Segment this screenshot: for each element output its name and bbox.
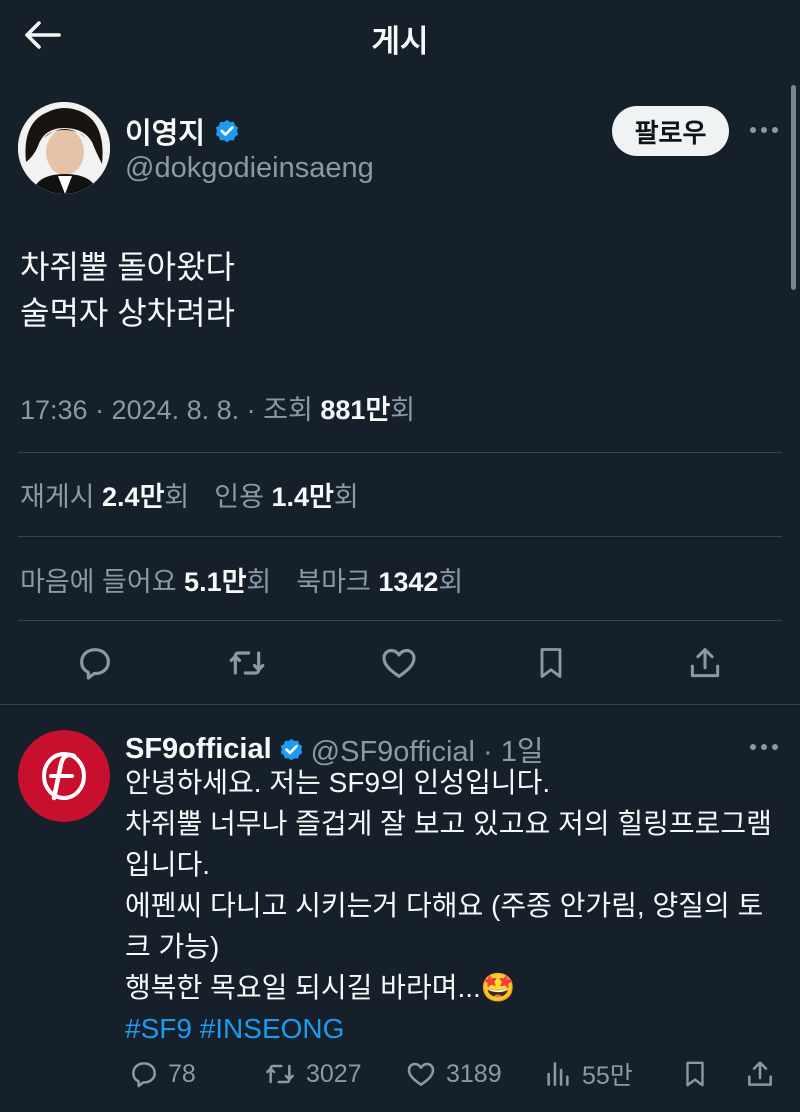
- more-options-button[interactable]: [744, 114, 784, 146]
- repost-icon: [266, 1064, 294, 1084]
- like-icon: [407, 1062, 435, 1086]
- reply-views-button[interactable]: 55만: [542, 1055, 633, 1093]
- tweet-meta: 17:36 · 2024. 8. 8. · 조회 881만회: [20, 388, 415, 427]
- reply-bookmark-button[interactable]: [680, 1055, 710, 1093]
- reply-line: 크 가능): [125, 931, 220, 962]
- top-bar: 게시: [0, 0, 800, 70]
- reply-count: 78: [168, 1059, 196, 1088]
- tweet-text: 차쥐뿔 돌아왔다 술먹자 상차려라: [20, 244, 235, 336]
- verified-badge-icon: [215, 119, 239, 143]
- author-handle[interactable]: @dokgodieinsaeng: [125, 152, 374, 185]
- repost-icon: [229, 651, 265, 675]
- star-struck-emoji: 🤩: [480, 972, 516, 1003]
- share-icon: [748, 1061, 772, 1086]
- reply-more-options-button[interactable]: [744, 733, 784, 761]
- reply-line: 차쥐뿔 너무나 즐겁게 잘 보고 있고요 저의 힐링프로그램: [125, 808, 772, 839]
- reply-line: 행복한 목요일 되시길 바라며...🤩: [125, 972, 516, 1003]
- divider: [18, 620, 782, 621]
- author-avatar[interactable]: [18, 102, 110, 194]
- reply-line: 안녕하세요. 저는 SF9의 인성입니다.: [125, 767, 551, 798]
- like-count: 3189: [446, 1059, 502, 1088]
- reply-share-button[interactable]: [744, 1055, 776, 1093]
- more-icon: [750, 127, 778, 133]
- timestamp-and-views-label[interactable]: 17:36 · 2024. 8. 8. · 조회: [20, 395, 320, 425]
- reply-like-button[interactable]: 3189: [404, 1055, 502, 1093]
- reply-repost-button[interactable]: 3027: [262, 1055, 362, 1093]
- follow-button[interactable]: 팔로우: [612, 106, 729, 156]
- like-icon: [382, 648, 416, 678]
- page-title: 게시: [371, 24, 429, 59]
- reply-button[interactable]: [70, 640, 120, 686]
- bookmarks-stat[interactable]: 북마크 1342회: [296, 567, 463, 597]
- like-button[interactable]: [374, 640, 424, 686]
- quotes-stat[interactable]: 인용 1.4만회: [214, 482, 358, 512]
- reply-icon: [80, 648, 110, 680]
- author-name[interactable]: 이영지: [125, 110, 205, 152]
- reply-author-name[interactable]: SF9official: [125, 733, 272, 766]
- verified-badge-icon: [280, 738, 302, 760]
- bookmark-button[interactable]: [526, 640, 576, 686]
- bookmark-icon: [540, 648, 562, 678]
- divider: [0, 704, 800, 705]
- tweet-line: 술먹자 상차려라: [20, 295, 235, 331]
- more-icon: [750, 744, 778, 750]
- repost-button[interactable]: [222, 640, 272, 686]
- tweet-line: 차쥐뿔 돌아왔다: [20, 249, 235, 285]
- sf9-logo: [42, 752, 86, 801]
- analytics-icon: [547, 1062, 569, 1086]
- reply-text: 안녕하세요. 저는 SF9의 인성입니다. 차쥐뿔 너무나 즐겁게 잘 보고 있…: [125, 762, 790, 1049]
- reply-hashtags[interactable]: #SF9 #INSEONG: [125, 1008, 790, 1049]
- reply-reply-button[interactable]: 78: [128, 1055, 196, 1093]
- repost-count: 3027: [306, 1059, 362, 1088]
- avatar-image: [18, 102, 110, 194]
- share-icon: [690, 648, 720, 678]
- scrollbar[interactable]: [791, 85, 796, 290]
- reply-line: 입니다.: [125, 849, 211, 880]
- views-suffix: 회: [390, 395, 416, 425]
- reply-icon: [132, 1062, 156, 1088]
- bookmark-icon: [686, 1061, 704, 1087]
- reposts-stat[interactable]: 재게시 2.4만회: [20, 482, 189, 512]
- views-count: 881만: [320, 395, 391, 425]
- share-button[interactable]: [680, 640, 730, 686]
- stats-row-likes: 마음에 들어요 5.1만회 북마크 1342회: [20, 560, 463, 599]
- reply-avatar[interactable]: [18, 730, 110, 822]
- stats-row-reposts: 재게시 2.4만회 인용 1.4만회: [20, 475, 359, 514]
- likes-stat[interactable]: 마음에 들어요 5.1만회: [20, 567, 271, 597]
- divider: [18, 536, 782, 537]
- reply-line: 에펜씨 다니고 시키는거 다해요 (주종 안가림, 양질의 토: [125, 890, 764, 921]
- views-count: 55만: [582, 1062, 633, 1090]
- author-name-row: 이영지: [125, 110, 241, 152]
- divider: [18, 452, 782, 453]
